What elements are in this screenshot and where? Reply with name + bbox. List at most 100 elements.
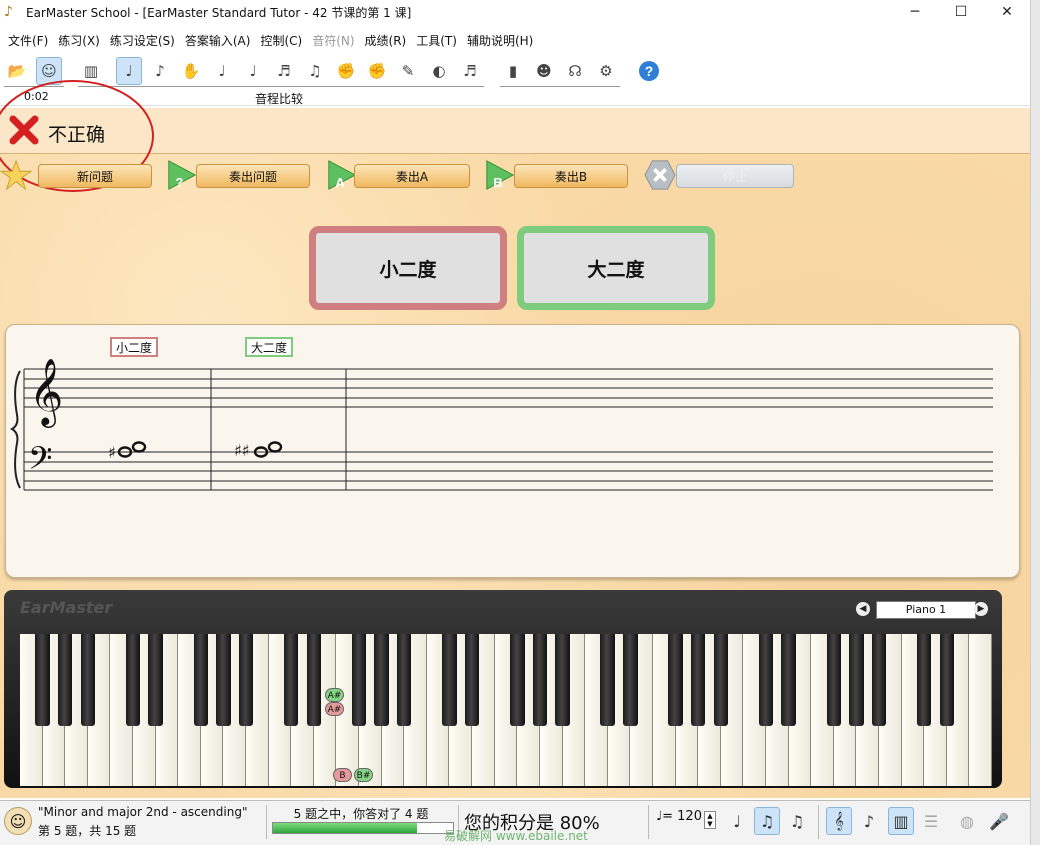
hand-rhythm-2-icon[interactable]: ✊ bbox=[364, 57, 390, 85]
title-bar: ♪ EarMaster School - [EarMaster Standard… bbox=[0, 0, 1040, 24]
help-icon[interactable]: ? bbox=[636, 57, 662, 85]
black-key[interactable] bbox=[284, 634, 299, 726]
play-a-button[interactable]: 奏出A bbox=[354, 164, 470, 188]
eighth-notes-icon[interactable]: ♫ bbox=[754, 807, 780, 835]
interval-comparison-icon[interactable]: ♩ bbox=[116, 57, 142, 85]
key-note-tag: A# bbox=[325, 702, 344, 716]
black-key[interactable] bbox=[510, 634, 525, 726]
chord-identification-icon[interactable]: ♩ bbox=[209, 57, 235, 85]
hand-rhythm-icon[interactable]: ✊ bbox=[333, 57, 359, 85]
black-key[interactable] bbox=[80, 634, 96, 726]
new-question-button[interactable]: 新问题 bbox=[38, 164, 152, 188]
headphones-icon[interactable]: ☊ bbox=[562, 57, 588, 85]
menu-file[interactable]: 文件(F) bbox=[4, 32, 52, 49]
key-note-tag: B bbox=[333, 768, 352, 782]
black-key[interactable] bbox=[623, 634, 638, 726]
beamed-notes-icon[interactable]: ♫ bbox=[784, 807, 810, 835]
scale-icon[interactable]: ♬ bbox=[271, 57, 297, 85]
black-key[interactable] bbox=[555, 634, 570, 726]
quarter-note-icon[interactable]: ♩ bbox=[724, 807, 750, 835]
toolbar: 📂 ☺ ▥ ♩ ♪ ✋ ♩ ♩ ♬ ♫ ✊ ✊ ✎ ◐ ♬ ▮ ☻ ☊ ⚙ ? … bbox=[0, 54, 1030, 106]
menu-exercise-settings[interactable]: 练习设定(S) bbox=[106, 32, 179, 49]
statistics-icon[interactable]: ▮ bbox=[500, 57, 526, 85]
score-panel: 𝄞 𝄢 ♯ ♯♯ bbox=[5, 324, 1020, 578]
tempo-stepper[interactable]: ▲ ▼ bbox=[704, 811, 716, 829]
answer-minor-second-button[interactable]: 小二度 bbox=[309, 226, 507, 310]
melody-icon[interactable]: ♫ bbox=[302, 57, 328, 85]
play-question-button[interactable]: 奏出问题 bbox=[196, 164, 310, 188]
ear-rhythm-icon[interactable]: ◐ bbox=[426, 57, 452, 85]
black-key[interactable] bbox=[125, 634, 141, 726]
piano-keyboard-panel: EarMaster ◀ Piano 1 ▶ A# A# B B# bbox=[4, 590, 1002, 788]
progress-bar bbox=[272, 822, 454, 834]
next-instrument-button[interactable]: ▶ bbox=[974, 602, 988, 616]
black-key[interactable] bbox=[374, 634, 389, 726]
previous-instrument-button[interactable]: ◀ bbox=[856, 602, 870, 616]
ear-hand-icon[interactable]: ✋ bbox=[178, 57, 204, 85]
chord-inversion-icon[interactable]: ♩ bbox=[240, 57, 266, 85]
black-key[interactable] bbox=[442, 634, 457, 726]
black-key[interactable] bbox=[532, 634, 548, 726]
toolbar-separator bbox=[78, 86, 484, 87]
whole-note bbox=[267, 441, 283, 453]
exercise-type-label: 音程比较 bbox=[255, 92, 304, 106]
menu-control[interactable]: 控制(C) bbox=[256, 32, 306, 49]
menu-tools[interactable]: 工具(T) bbox=[412, 32, 461, 49]
microphone-icon[interactable]: 🎤 bbox=[986, 807, 1012, 835]
black-key[interactable] bbox=[713, 634, 728, 726]
black-key[interactable] bbox=[464, 634, 480, 726]
black-key[interactable] bbox=[216, 634, 231, 726]
melody-dictation-icon[interactable]: ♬ bbox=[457, 57, 483, 85]
black-key[interactable] bbox=[600, 634, 615, 726]
black-key[interactable] bbox=[758, 634, 774, 726]
keyboard-alt-icon[interactable]: ☰ bbox=[918, 807, 944, 835]
progress-text: 5 题之中，你答对了 4 题 bbox=[293, 807, 429, 821]
menu-answer-input[interactable]: 答案输入(A) bbox=[181, 32, 255, 49]
guitar-input-icon[interactable]: ♪ bbox=[856, 807, 882, 835]
svg-text:?: ? bbox=[645, 63, 654, 79]
status-separator bbox=[266, 805, 267, 839]
maximize-button[interactable]: ☐ bbox=[938, 0, 984, 24]
menu-help[interactable]: 辅助说明(H) bbox=[463, 32, 537, 49]
black-key[interactable] bbox=[939, 634, 954, 726]
black-key[interactable] bbox=[781, 634, 796, 726]
midi-icon[interactable]: ◍ bbox=[954, 807, 980, 835]
play-b-button[interactable]: 奏出B bbox=[514, 164, 628, 188]
play-b-label: 奏出B bbox=[554, 169, 588, 184]
stop-label: 停止 bbox=[722, 169, 747, 184]
black-key[interactable] bbox=[193, 634, 209, 726]
stop-icon bbox=[644, 160, 676, 190]
student-icon[interactable]: ☻ bbox=[531, 57, 557, 85]
piano-input-icon[interactable]: ▥ bbox=[888, 807, 914, 835]
staff-input-icon[interactable]: 𝄞 bbox=[826, 807, 852, 835]
key-note-tag: B# bbox=[354, 768, 373, 782]
black-key[interactable] bbox=[916, 634, 932, 726]
interval-identification-icon[interactable]: ♪ bbox=[147, 57, 173, 85]
answer-major-second-label: 大二度 bbox=[587, 258, 645, 281]
open-icon[interactable]: 📂 bbox=[4, 57, 30, 85]
menu-results[interactable]: 成绩(R) bbox=[361, 32, 411, 49]
black-key[interactable] bbox=[306, 634, 322, 726]
black-key[interactable] bbox=[35, 634, 50, 726]
black-key[interactable] bbox=[871, 634, 887, 726]
stop-button[interactable]: 停止 bbox=[676, 164, 794, 188]
black-key[interactable] bbox=[668, 634, 683, 726]
menu-notes[interactable]: 音符(N) bbox=[308, 32, 358, 49]
black-key[interactable] bbox=[148, 634, 163, 726]
rhythm-dictation-icon[interactable]: ✎ bbox=[395, 57, 421, 85]
black-key[interactable] bbox=[690, 634, 706, 726]
black-key[interactable] bbox=[238, 634, 254, 726]
black-key[interactable] bbox=[397, 634, 412, 726]
black-key[interactable] bbox=[351, 634, 367, 726]
answer-major-second-button[interactable]: 大二度 bbox=[517, 226, 715, 310]
close-button[interactable]: ✕ bbox=[984, 0, 1030, 24]
menu-exercise[interactable]: 练习(X) bbox=[54, 32, 104, 49]
black-key[interactable] bbox=[57, 634, 73, 726]
settings-icon[interactable]: ⚙ bbox=[593, 57, 619, 85]
white-key[interactable] bbox=[969, 634, 992, 786]
black-key[interactable] bbox=[849, 634, 864, 726]
sharp-accidental: ♯ bbox=[108, 443, 116, 462]
minimize-button[interactable]: ─ bbox=[892, 0, 938, 24]
treble-clef-icon: 𝄞 bbox=[29, 357, 63, 428]
black-key[interactable] bbox=[826, 634, 841, 726]
